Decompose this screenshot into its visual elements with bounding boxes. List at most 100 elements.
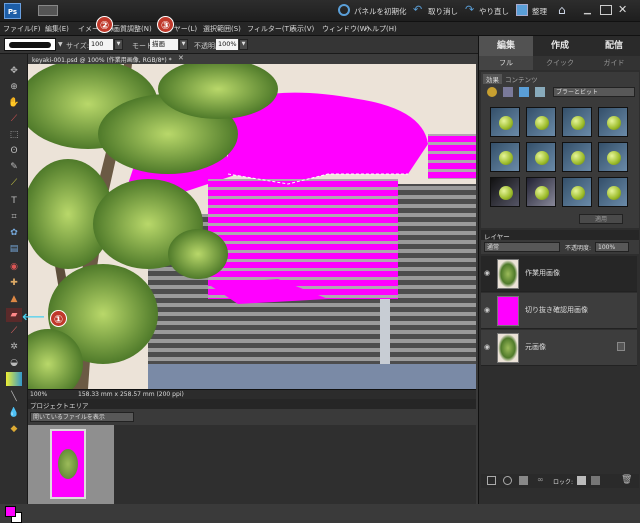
- redo-label[interactable]: やり直し: [479, 6, 509, 17]
- new-layer-icon[interactable]: [487, 476, 496, 485]
- document-tab-close-icon[interactable]: ✕: [178, 54, 184, 62]
- chevron-down-icon[interactable]: ▼: [58, 41, 63, 48]
- gradient-tool-icon[interactable]: [6, 372, 22, 386]
- effects-icon-filters[interactable]: [487, 87, 497, 97]
- menu-file[interactable]: ファイル(F): [3, 24, 41, 34]
- effects-icon-textures[interactable]: [535, 87, 545, 97]
- tab-edit[interactable]: 編集: [479, 36, 533, 56]
- organize-label[interactable]: 整理: [532, 6, 547, 17]
- menu-enhance[interactable]: 画質調整(N): [113, 24, 152, 34]
- document-tab[interactable]: keyaki-001.psd @ 100% (作業用画像, RGB/8*) * …: [28, 54, 476, 64]
- opacity-slider-button[interactable]: ▼: [239, 39, 248, 50]
- menu-edit[interactable]: 編集(E): [45, 24, 69, 34]
- eye-icon[interactable]: ◉: [484, 306, 494, 315]
- mode-select[interactable]: 描画: [150, 39, 178, 50]
- apply-button[interactable]: 適用: [579, 214, 623, 224]
- eye-icon[interactable]: ◉: [484, 343, 494, 352]
- effects-tab[interactable]: 効果: [483, 74, 502, 84]
- eyedropper-tool-icon[interactable]: ⟋: [6, 112, 22, 126]
- effect-thumb[interactable]: [526, 177, 556, 207]
- mode-icon[interactable]: [38, 5, 58, 16]
- sub-tab-full[interactable]: フル: [479, 56, 533, 70]
- eye-icon[interactable]: ◉: [484, 269, 494, 278]
- app-logo-icon[interactable]: Ps: [4, 3, 21, 19]
- menu-window[interactable]: ウィンドウ(W): [322, 24, 369, 34]
- menu-filter[interactable]: フィルター(T): [247, 24, 292, 34]
- link-icon[interactable]: ∞: [537, 475, 544, 484]
- selection-brush-tool-icon[interactable]: ⟋: [6, 176, 22, 190]
- effects-category-select[interactable]: ブラーとビット: [553, 87, 635, 97]
- size-field[interactable]: 100 px: [89, 39, 113, 59]
- effect-thumb[interactable]: [562, 142, 592, 172]
- close-icon[interactable]: ✕: [618, 3, 632, 17]
- brush-preset-picker[interactable]: [4, 38, 56, 51]
- effect-thumb[interactable]: [490, 107, 520, 137]
- organize-icon[interactable]: [516, 4, 528, 16]
- home-icon[interactable]: ⌂: [558, 3, 572, 17]
- content-tab[interactable]: コンテンツ: [505, 74, 538, 84]
- blur-tool-icon[interactable]: 💧: [6, 406, 22, 420]
- layer-row[interactable]: ◉ 元画像: [481, 330, 637, 366]
- effect-thumb[interactable]: [598, 107, 628, 137]
- quick-selection-tool-icon[interactable]: ✎: [6, 160, 22, 174]
- marquee-tool-icon[interactable]: ⬚: [6, 128, 22, 142]
- reset-panels-label[interactable]: パネルを初期化: [354, 6, 407, 17]
- red-eye-tool-icon[interactable]: ◉: [6, 260, 22, 274]
- smart-brush-tool-icon[interactable]: ✲: [6, 340, 22, 354]
- effects-icon-styles[interactable]: [503, 87, 513, 97]
- project-thumbnail[interactable]: [50, 429, 86, 499]
- sub-tab-guided[interactable]: ガイド: [587, 56, 640, 70]
- image-canvas[interactable]: [28, 64, 476, 389]
- straighten-tool-icon[interactable]: ▤: [6, 242, 22, 256]
- effect-thumb[interactable]: [526, 142, 556, 172]
- foreground-color-swatch[interactable]: [5, 506, 16, 517]
- zoom-readout[interactable]: 100%: [30, 391, 47, 398]
- text-tool-icon[interactable]: T: [6, 194, 22, 208]
- effect-thumb[interactable]: [562, 107, 592, 137]
- menu-help[interactable]: ヘルプ(H): [365, 24, 397, 34]
- opacity-field[interactable]: 100%: [216, 39, 238, 50]
- undo-label[interactable]: 取り消し: [428, 6, 458, 17]
- new-fill-layer-icon[interactable]: [519, 476, 528, 485]
- tab-create[interactable]: 作成: [533, 36, 587, 56]
- paint-bucket-tool-icon[interactable]: ◒: [6, 356, 22, 370]
- brush-tool-icon[interactable]: ⟋: [6, 324, 22, 338]
- effect-thumb[interactable]: [526, 107, 556, 137]
- menu-select[interactable]: 選択範囲(S): [203, 24, 241, 34]
- effect-thumb[interactable]: [562, 177, 592, 207]
- sub-tab-quick[interactable]: クイック: [533, 56, 587, 70]
- effect-thumb[interactable]: [598, 142, 628, 172]
- new-adjustment-layer-icon[interactable]: [503, 476, 512, 485]
- eraser-tool-icon[interactable]: ▰: [6, 308, 22, 322]
- clone-stamp-tool-icon[interactable]: ▲: [6, 292, 22, 306]
- maximize-icon[interactable]: [600, 5, 612, 15]
- undo-icon[interactable]: ↶: [413, 4, 425, 16]
- project-bin-filter[interactable]: 開いているファイルを表示: [30, 412, 134, 422]
- lasso-tool-icon[interactable]: ʘ: [6, 144, 22, 158]
- sponge-tool-icon[interactable]: ◆: [6, 422, 22, 436]
- reset-panels-icon[interactable]: [338, 4, 350, 16]
- redo-icon[interactable]: ↷: [465, 4, 477, 16]
- layer-row[interactable]: ◉ 作業用画像: [481, 256, 637, 292]
- cookie-cutter-tool-icon[interactable]: ✿: [6, 226, 22, 240]
- lock-all-icon[interactable]: [591, 476, 600, 485]
- zoom-tool-icon[interactable]: ⊕: [6, 80, 22, 94]
- layer-row[interactable]: ◉ 切り抜き確認用画像: [481, 293, 637, 329]
- size-slider-button[interactable]: ▼: [114, 39, 123, 50]
- layer-opacity-field[interactable]: 100%: [595, 242, 629, 252]
- effect-thumb[interactable]: [598, 177, 628, 207]
- effect-thumb[interactable]: [490, 142, 520, 172]
- crop-tool-icon[interactable]: ⌗: [6, 210, 22, 224]
- tab-share[interactable]: 配信: [587, 36, 640, 56]
- hand-tool-icon[interactable]: ✋: [6, 96, 22, 110]
- menu-view[interactable]: 表示(V): [290, 24, 314, 34]
- delete-layer-icon[interactable]: 🗑: [621, 475, 632, 485]
- move-tool-icon[interactable]: ✥: [6, 64, 22, 78]
- minimize-icon[interactable]: ▁: [584, 5, 596, 15]
- lock-transparency-icon[interactable]: [577, 476, 586, 485]
- mode-dropdown-icon[interactable]: ▼: [179, 39, 188, 50]
- effect-thumb[interactable]: [490, 177, 520, 207]
- spot-healing-tool-icon[interactable]: ✚: [6, 276, 22, 290]
- blend-mode-select[interactable]: 通常: [484, 242, 560, 252]
- effects-icon-photo[interactable]: [519, 87, 529, 97]
